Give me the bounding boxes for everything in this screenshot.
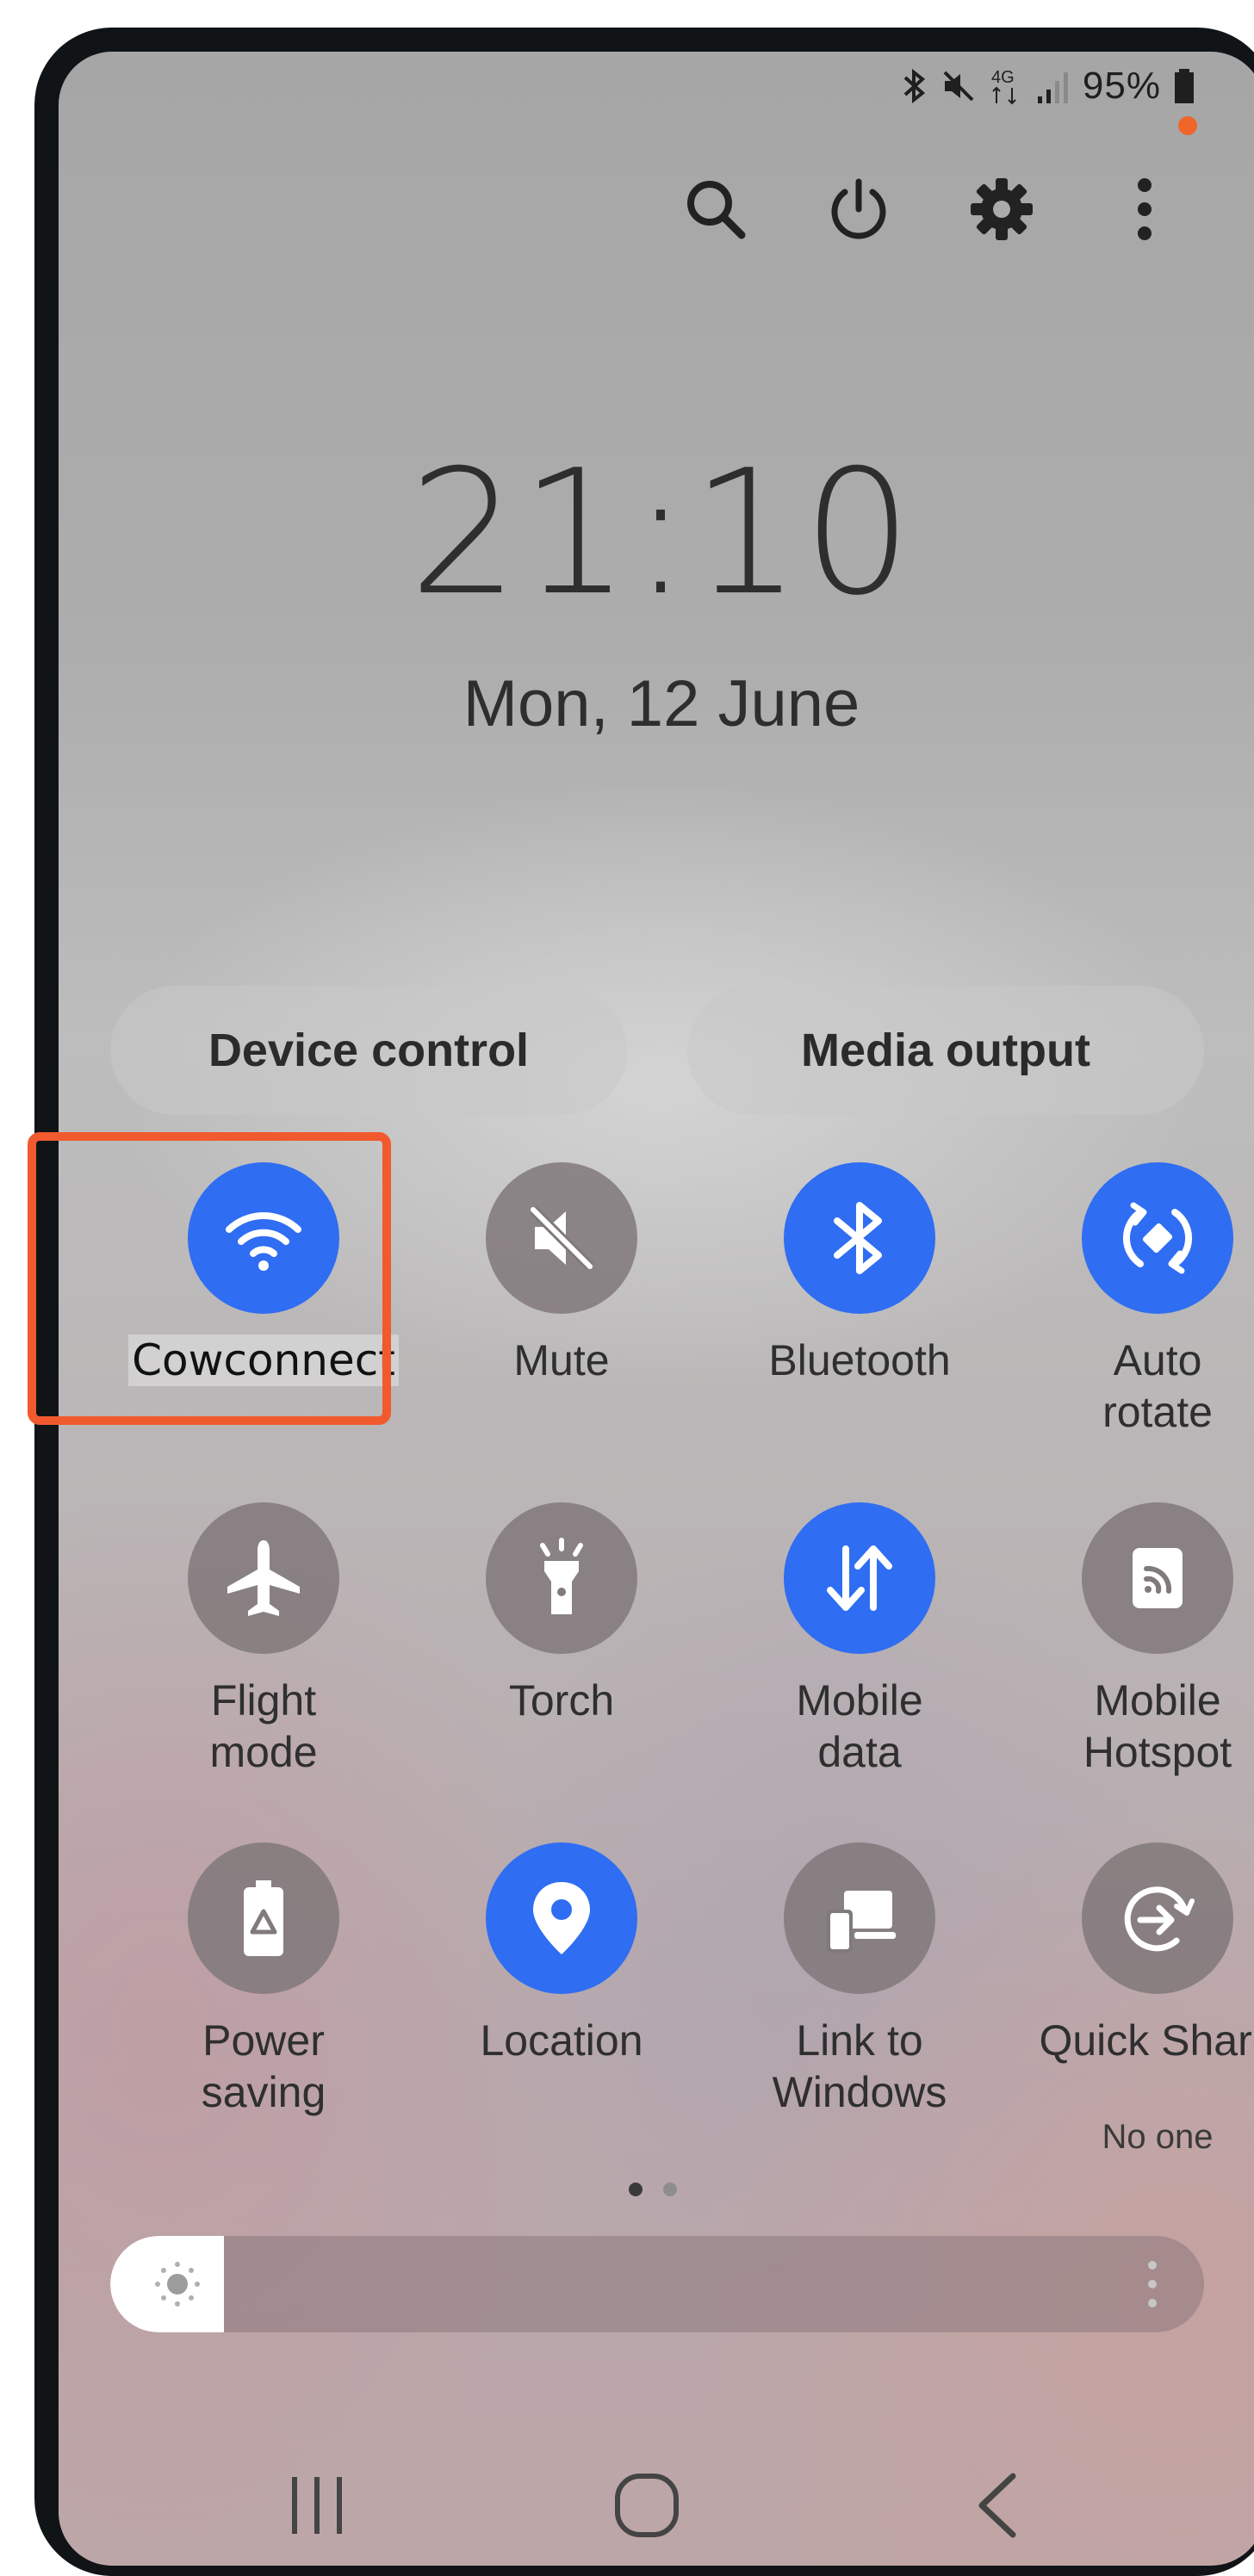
media-output-button[interactable]: Media output xyxy=(687,986,1204,1115)
recents-icon xyxy=(292,2477,342,2534)
battery-saver-icon xyxy=(244,1880,283,1956)
tile-flight-mode[interactable]: Flight mode xyxy=(115,1502,399,1812)
tile-mute-toggle[interactable] xyxy=(486,1162,637,1314)
clock-time: 21:10 xyxy=(408,433,915,634)
tile-power-saving-label: Power saving xyxy=(201,2016,326,2116)
tile-bluetooth-label: Bluetooth xyxy=(768,1336,951,1384)
page-indicator-dot-active[interactable] xyxy=(629,2183,643,2196)
airplane-icon xyxy=(227,1540,300,1616)
tile-flight-mode-toggle[interactable] xyxy=(188,1502,339,1654)
flashlight-icon xyxy=(540,1538,583,1614)
tile-auto-rotate-label: Auto rotate xyxy=(1102,1336,1213,1436)
battery-icon xyxy=(1175,69,1194,103)
network-label: 4G xyxy=(991,68,1015,87)
back-icon xyxy=(978,2473,1016,2538)
mobile-data-icon xyxy=(827,1545,892,1611)
auto-rotate-icon xyxy=(1122,1202,1193,1274)
more-vert-icon xyxy=(1138,178,1152,240)
home-icon xyxy=(615,2474,679,2537)
clock-date: Mon, 12 June xyxy=(462,667,860,740)
tile-link-to-windows[interactable]: Link to Windows xyxy=(711,1842,995,2152)
tile-power-saving[interactable]: Power saving xyxy=(115,1842,399,2152)
back-button[interactable] xyxy=(946,2462,1049,2548)
brightness-slider[interactable] xyxy=(110,2236,1204,2332)
tile-mobile-data[interactable]: Mobile data xyxy=(711,1502,995,1812)
tile-link-to-windows-toggle[interactable] xyxy=(784,1842,935,1994)
tile-bluetooth[interactable]: Bluetooth xyxy=(711,1162,995,1472)
highlight-box xyxy=(28,1132,391,1425)
tile-auto-rotate-toggle[interactable] xyxy=(1082,1162,1233,1314)
tile-power-saving-toggle[interactable] xyxy=(188,1842,339,1994)
battery-percentage: 95% xyxy=(1082,65,1161,107)
tile-flight-mode-label: Flight mode xyxy=(209,1676,318,1776)
bluetooth-icon xyxy=(903,68,926,104)
tile-bluetooth-toggle[interactable] xyxy=(784,1162,935,1314)
tile-auto-rotate[interactable]: Auto rotate xyxy=(1009,1162,1254,1472)
search-button[interactable] xyxy=(679,172,753,246)
tile-torch-toggle[interactable] xyxy=(486,1502,637,1654)
gear-icon xyxy=(971,178,1033,240)
tile-torch[interactable]: Torch xyxy=(413,1502,697,1812)
bluetooth-icon xyxy=(834,1202,882,1274)
tile-mobile-data-label: Mobile data xyxy=(796,1676,923,1776)
tile-mute[interactable]: Mute xyxy=(413,1162,697,1472)
mute-icon xyxy=(943,71,974,102)
tile-mute-label: Mute xyxy=(513,1336,610,1384)
tile-location[interactable]: Location xyxy=(413,1842,697,2152)
link-to-windows-icon xyxy=(827,1891,896,1953)
tile-quick-share-toggle[interactable] xyxy=(1082,1842,1233,1994)
tile-mobile-data-toggle[interactable] xyxy=(784,1502,935,1654)
location-pin-icon xyxy=(533,1882,590,1954)
mute-icon xyxy=(529,1205,594,1271)
tile-mobile-hotspot-label: Mobile Hotspot xyxy=(1083,1676,1232,1776)
tile-location-label: Location xyxy=(480,2016,643,2065)
home-button[interactable] xyxy=(595,2462,698,2548)
status-bar: 4G 95% xyxy=(902,60,1195,112)
device-control-button[interactable]: Device control xyxy=(110,986,627,1115)
recents-button[interactable] xyxy=(265,2462,369,2548)
hotspot-icon xyxy=(1133,1548,1183,1608)
power-icon xyxy=(831,178,886,239)
tile-quick-share[interactable]: Quick Share No one xyxy=(1009,1842,1254,2156)
signal-icon xyxy=(1037,72,1068,103)
tile-mobile-hotspot-toggle[interactable] xyxy=(1082,1502,1233,1654)
tile-location-toggle[interactable] xyxy=(486,1842,637,1994)
tile-quick-share-label: Quick Share xyxy=(1039,2016,1254,2065)
tile-torch-label: Torch xyxy=(508,1676,615,1725)
tile-mobile-hotspot[interactable]: Mobile Hotspot xyxy=(1009,1502,1254,1812)
tile-link-to-windows-label: Link to Windows xyxy=(772,2016,947,2116)
tile-quick-share-status: No one xyxy=(1102,2118,1214,2156)
page-indicator-dot[interactable] xyxy=(663,2183,677,2196)
settings-button[interactable] xyxy=(965,172,1039,246)
4g-icon: 4G xyxy=(991,68,1016,105)
quick-share-icon xyxy=(1124,1886,1195,1952)
power-button[interactable] xyxy=(822,172,896,246)
brightness-sun-icon xyxy=(155,2262,200,2307)
notification-dot xyxy=(1178,116,1197,135)
brightness-more-icon[interactable] xyxy=(1144,2258,1161,2310)
search-icon xyxy=(687,181,746,239)
more-options-button[interactable] xyxy=(1108,172,1182,246)
